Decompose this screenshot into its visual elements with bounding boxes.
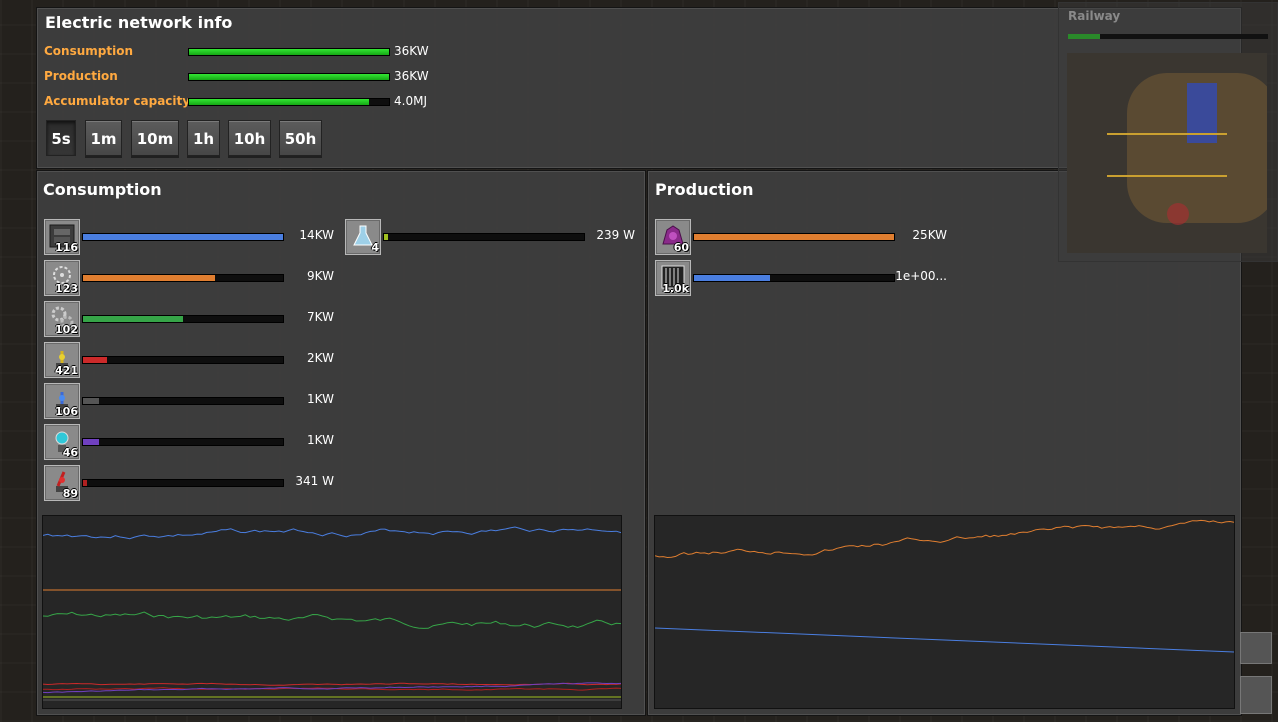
- minimap-view[interactable]: [1067, 53, 1267, 253]
- summary-label: Accumulator capacity: [44, 94, 191, 108]
- quickbar-slot[interactable]: [1240, 676, 1272, 714]
- consumption-title: Consumption: [43, 180, 162, 199]
- consumption-item[interactable]: 421 2KW: [44, 342, 344, 378]
- production-item[interactable]: 1.0k 1e+00...: [655, 260, 955, 296]
- window-title: Electric network info: [45, 13, 233, 32]
- item-count: 123: [55, 282, 78, 295]
- production-item[interactable]: 60 25KW: [655, 219, 955, 255]
- item-value: 239 W: [596, 228, 635, 242]
- item-count: 4: [371, 241, 379, 254]
- long-inserter-icon: 89: [44, 465, 80, 501]
- graph-series-line: [43, 526, 621, 540]
- item-count: 102: [55, 323, 78, 336]
- graph-series-line: [43, 611, 621, 629]
- radar-icon: 123: [44, 260, 80, 296]
- consumption-item[interactable]: 102 7KW: [44, 301, 344, 337]
- summary-label: Production: [44, 69, 118, 83]
- item-value: 9KW: [307, 269, 334, 283]
- item-value: 14KW: [299, 228, 334, 242]
- time-button-10m[interactable]: 10m: [131, 120, 179, 156]
- summary-value: 36KW: [394, 69, 429, 83]
- minimap-progress-bar: [1068, 34, 1268, 39]
- item-value: 25KW: [912, 228, 947, 242]
- lab-flask-icon: 4: [345, 219, 381, 255]
- production-title: Production: [655, 180, 754, 199]
- consumption-item[interactable]: 123 9KW: [44, 260, 344, 296]
- summary-label: Consumption: [44, 44, 134, 58]
- time-button-1h[interactable]: 1h: [187, 120, 220, 156]
- item-value: 2KW: [307, 351, 334, 365]
- summary-bar: [188, 73, 390, 81]
- steam-engine-icon: 60: [655, 219, 691, 255]
- minimap-panel[interactable]: Railway: [1058, 2, 1278, 262]
- assembling-machine-icon: 116: [44, 219, 80, 255]
- consumption-item[interactable]: 4 239 W: [345, 219, 645, 255]
- item-value: 341 W: [295, 474, 334, 488]
- consumption-item[interactable]: 116 14KW: [44, 219, 344, 255]
- minimap-label: Railway: [1068, 9, 1121, 23]
- quickbar-slot[interactable]: [1240, 632, 1272, 664]
- time-button-5s[interactable]: 5s: [46, 120, 76, 156]
- item-value: 1KW: [307, 433, 334, 447]
- inserter-icon: 421: [44, 342, 80, 378]
- consumption-item[interactable]: 89 341 W: [44, 465, 344, 501]
- consumption-graph: [42, 515, 622, 709]
- item-count: 421: [55, 364, 78, 377]
- item-count: 46: [62, 446, 78, 459]
- time-button-1m[interactable]: 1m: [85, 120, 122, 156]
- summary-bar: [188, 98, 390, 106]
- summary-value: 36KW: [394, 44, 429, 58]
- item-count: 89: [62, 487, 78, 500]
- summary-bar: [188, 48, 390, 56]
- item-count: 1.0k: [662, 282, 689, 295]
- graph-series-line: [655, 627, 1234, 653]
- consumption-item[interactable]: 106 1KW: [44, 383, 344, 419]
- graph-series-line: [655, 519, 1234, 559]
- production-graph: [654, 515, 1235, 709]
- item-value: 1e+00...: [895, 269, 947, 283]
- summary-value: 4.0MJ: [394, 94, 427, 108]
- consumption-item[interactable]: 46 1KW: [44, 424, 344, 460]
- time-button-10h[interactable]: 10h: [228, 120, 271, 156]
- item-value: 7KW: [307, 310, 334, 324]
- item-value: 1KW: [307, 392, 334, 406]
- item-count: 116: [55, 241, 78, 254]
- lamp-icon: 46: [44, 424, 80, 460]
- gear-icon: 102: [44, 301, 80, 337]
- fast-inserter-icon: 106: [44, 383, 80, 419]
- accumulator-icon: 1.0k: [655, 260, 691, 296]
- item-count: 60: [673, 241, 689, 254]
- item-count: 106: [55, 405, 78, 418]
- time-button-50h[interactable]: 50h: [279, 120, 322, 156]
